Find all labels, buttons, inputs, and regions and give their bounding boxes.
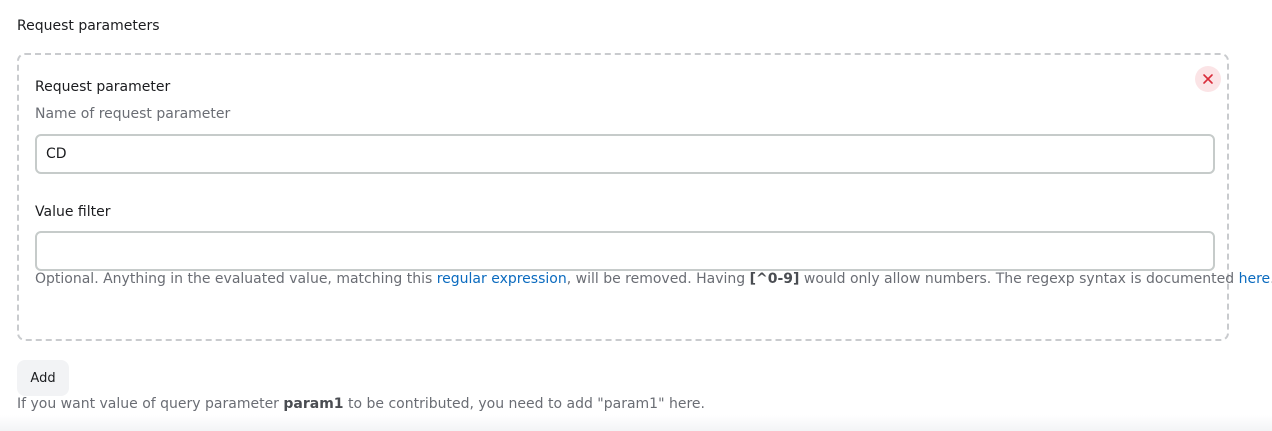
value-filter-help: Optional. Anything in the evaluated valu… <box>35 269 1272 289</box>
close-icon <box>1203 74 1213 84</box>
add-hint: If you want value of query parameter par… <box>17 394 705 414</box>
request-parameters-page: Request parameters Request parameter Nam… <box>0 0 1272 431</box>
regex-example: [^0-9] <box>749 271 800 287</box>
regexp-syntax-link[interactable]: here <box>1239 271 1271 287</box>
value-filter-help-prefix: Optional. Anything in the evaluated valu… <box>35 271 437 287</box>
bottom-shadow <box>0 415 1272 431</box>
request-parameter-panel: Request parameter Name of request parame… <box>17 53 1272 341</box>
add-parameter-button[interactable]: Add <box>17 360 69 396</box>
request-parameter-description: Name of request parameter <box>35 106 231 122</box>
add-hint-param: param1 <box>283 396 344 412</box>
add-hint-suffix: to be contributed, you need to add "para… <box>343 396 705 412</box>
value-filter-input[interactable] <box>35 231 1215 271</box>
value-filter-help-middle: , will be removed. Having <box>566 271 750 287</box>
request-parameter-input[interactable] <box>35 134 1215 174</box>
add-hint-prefix: If you want value of query parameter <box>17 396 284 412</box>
value-filter-label: Value filter <box>35 204 111 220</box>
regular-expression-link[interactable]: regular expression <box>437 271 567 287</box>
remove-parameter-button[interactable] <box>1195 66 1221 92</box>
request-parameter-label: Request parameter <box>35 79 171 95</box>
section-title: Request parameters <box>17 18 160 34</box>
value-filter-help-after-example: would only allow numbers. The regexp syn… <box>799 271 1239 287</box>
